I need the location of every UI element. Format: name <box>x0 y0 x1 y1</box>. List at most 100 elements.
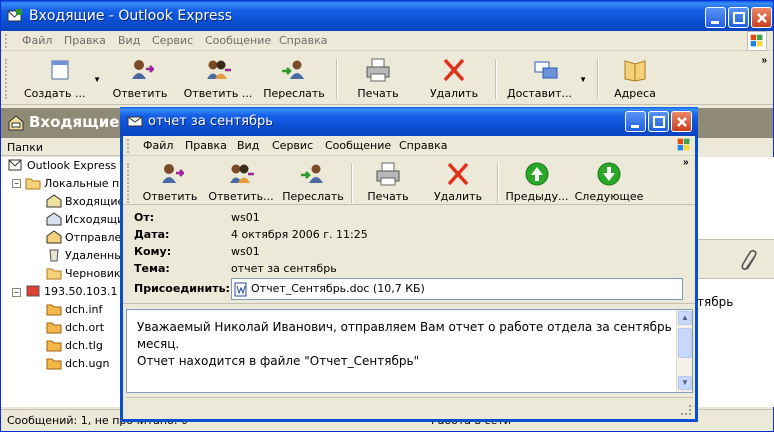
toolbar-overflow-chevron-icon[interactable]: » <box>683 157 689 168</box>
create-mail-button[interactable]: Создать ... ▼ <box>17 55 103 103</box>
menu-tools[interactable]: Сервис <box>152 34 193 47</box>
tree-expander[interactable]: − <box>12 288 21 297</box>
menu-tools[interactable]: Сервис <box>272 139 313 152</box>
menu-message[interactable]: Сообщение <box>325 139 391 152</box>
menu-message[interactable]: Сообщение <box>205 34 271 47</box>
dropdown-arrow-icon[interactable]: ▼ <box>93 75 101 84</box>
maximize-button[interactable] <box>728 7 749 28</box>
resize-grip-icon[interactable] <box>681 405 691 415</box>
tree-expander[interactable]: − <box>12 179 21 188</box>
menu-edit[interactable]: Правка <box>185 139 227 152</box>
forward-button[interactable]: Переслать <box>263 55 325 103</box>
message-maximize-button[interactable] <box>648 111 669 132</box>
menu-help[interactable]: Справка <box>399 139 447 152</box>
reply-all-button[interactable]: Ответить ... <box>179 55 257 103</box>
menu-grip[interactable] <box>5 34 8 48</box>
toolbar-separator <box>597 59 599 99</box>
message-list-pane[interactable] <box>693 157 774 407</box>
message-title-bar[interactable]: отчет за сентябрь <box>120 107 698 136</box>
body-vertical-scrollbar[interactable]: ▲ ▼ <box>676 310 692 392</box>
tree-item-deleted[interactable]: Удаленны <box>46 248 123 262</box>
tree-item-news-server[interactable]: 193.50.103.1 ( <box>25 284 125 298</box>
msg-reply-all-button[interactable]: Ответить... <box>207 159 275 207</box>
message-minimize-button[interactable] <box>625 111 646 132</box>
menu-file[interactable]: Файл <box>143 139 173 152</box>
toolbar-separator <box>495 59 497 99</box>
msg-forward-button[interactable]: Переслать <box>281 159 345 207</box>
tree-item-inbox[interactable]: Входящие <box>46 194 124 208</box>
menu-grip[interactable] <box>127 139 130 153</box>
reply-button[interactable]: Ответить <box>109 55 171 103</box>
reply-label: Ответить <box>112 87 168 100</box>
menu-edit[interactable]: Правка <box>64 34 106 47</box>
printer-icon <box>376 162 400 186</box>
toolbar-grip[interactable] <box>5 59 8 99</box>
main-title-bar[interactable]: Входящие - Outlook Express <box>1 1 773 31</box>
print-button[interactable]: Печать <box>351 55 405 103</box>
message-icon <box>127 116 143 127</box>
main-menu-bar: Файл Правка Вид Сервис Сообщение Справка <box>1 31 773 51</box>
previous-label: Предыду... <box>505 190 569 203</box>
tree-label: Отправлен <box>65 231 129 244</box>
subject-label: Тема: <box>134 262 170 275</box>
tree-label: Входящие <box>65 195 125 208</box>
preview-header <box>693 239 774 279</box>
close-button[interactable] <box>751 7 772 28</box>
attachment-name[interactable]: Отчет_Сентябрь.doc (10,7 КБ) <box>251 282 425 295</box>
reply-all-label: Ответить... <box>208 190 274 203</box>
from-value: ws01 <box>231 211 260 224</box>
outlook-express-icon <box>7 9 22 22</box>
tree-item-outbox[interactable]: Исходящие <box>46 212 130 226</box>
msg-delete-button[interactable]: Удалить <box>429 159 487 207</box>
tree-item-outlook-express[interactable]: Outlook Express <box>8 158 116 172</box>
deliver-label: Доставит... <box>507 87 573 100</box>
sent-folder-icon <box>46 230 62 244</box>
menu-view[interactable]: Вид <box>237 139 259 152</box>
scroll-up-arrow-icon[interactable]: ▲ <box>678 311 692 325</box>
send-receive-button[interactable]: Доставит... ▼ <box>503 55 589 103</box>
attachment-field[interactable]: Отчет_Сентябрь.doc (10,7 КБ) <box>231 278 683 300</box>
create-label: Создать ... <box>24 87 86 100</box>
menu-file[interactable]: Файл <box>22 34 52 47</box>
tree-item-sent[interactable]: Отправлен <box>46 230 128 244</box>
message-headers: От: ws01 Дата: 4 октября 2006 г. 11:25 К… <box>123 206 695 304</box>
tree-item-newsgroup[interactable]: dch.ort <box>46 320 104 334</box>
subject-value: отчет за сентябрь <box>231 262 337 275</box>
delete-button[interactable]: Удалить <box>425 55 483 103</box>
previous-message-button[interactable]: Предыду... <box>504 159 570 207</box>
addresses-button[interactable]: Адреса <box>607 55 663 103</box>
windows-logo-icon <box>677 138 690 151</box>
toolbar-overflow-chevron-icon[interactable]: » <box>761 55 767 66</box>
tree-item-local-folders[interactable]: Локальные па <box>25 176 126 190</box>
dropdown-arrow-icon[interactable]: ▼ <box>579 75 587 84</box>
tree-item-newsgroup[interactable]: dch.ugn <box>46 356 109 370</box>
tree-item-newsgroup[interactable]: dch.inf <box>46 302 102 316</box>
folders-tree: Outlook Express − Локальные па Входящие … <box>1 157 131 407</box>
forward-label: Переслать <box>282 190 344 203</box>
word-document-icon <box>234 282 247 297</box>
outlook-express-icon <box>8 159 22 171</box>
addresses-label: Адреса <box>614 87 656 100</box>
message-status-bar <box>126 397 693 417</box>
paperclip-icon[interactable] <box>739 249 761 273</box>
toolbar-grip[interactable] <box>127 163 130 203</box>
close-icon <box>757 13 767 23</box>
minimize-icon <box>631 125 639 128</box>
tree-item-drafts[interactable]: Черновики <box>46 266 128 280</box>
msg-print-button[interactable]: Печать <box>361 159 415 207</box>
scroll-thumb[interactable] <box>678 328 692 358</box>
message-close-button[interactable] <box>671 111 692 132</box>
reply-icon <box>132 60 154 79</box>
current-folder-title: Входящие <box>29 113 120 131</box>
minimize-button[interactable] <box>705 7 726 28</box>
scroll-down-arrow-icon[interactable]: ▼ <box>678 376 692 390</box>
send-receive-icon <box>534 61 558 79</box>
tree-label: dch.inf <box>65 303 103 316</box>
menu-help[interactable]: Справка <box>279 34 327 47</box>
message-body[interactable]: Уважаемый Николай Иванович, отправляем В… <box>126 309 693 393</box>
toolbar-separator <box>336 59 338 99</box>
tree-item-newsgroup[interactable]: dch.tlg <box>46 338 103 352</box>
menu-view[interactable]: Вид <box>118 34 140 47</box>
msg-reply-button[interactable]: Ответить <box>139 159 201 207</box>
next-message-button[interactable]: Следующее <box>574 159 644 207</box>
